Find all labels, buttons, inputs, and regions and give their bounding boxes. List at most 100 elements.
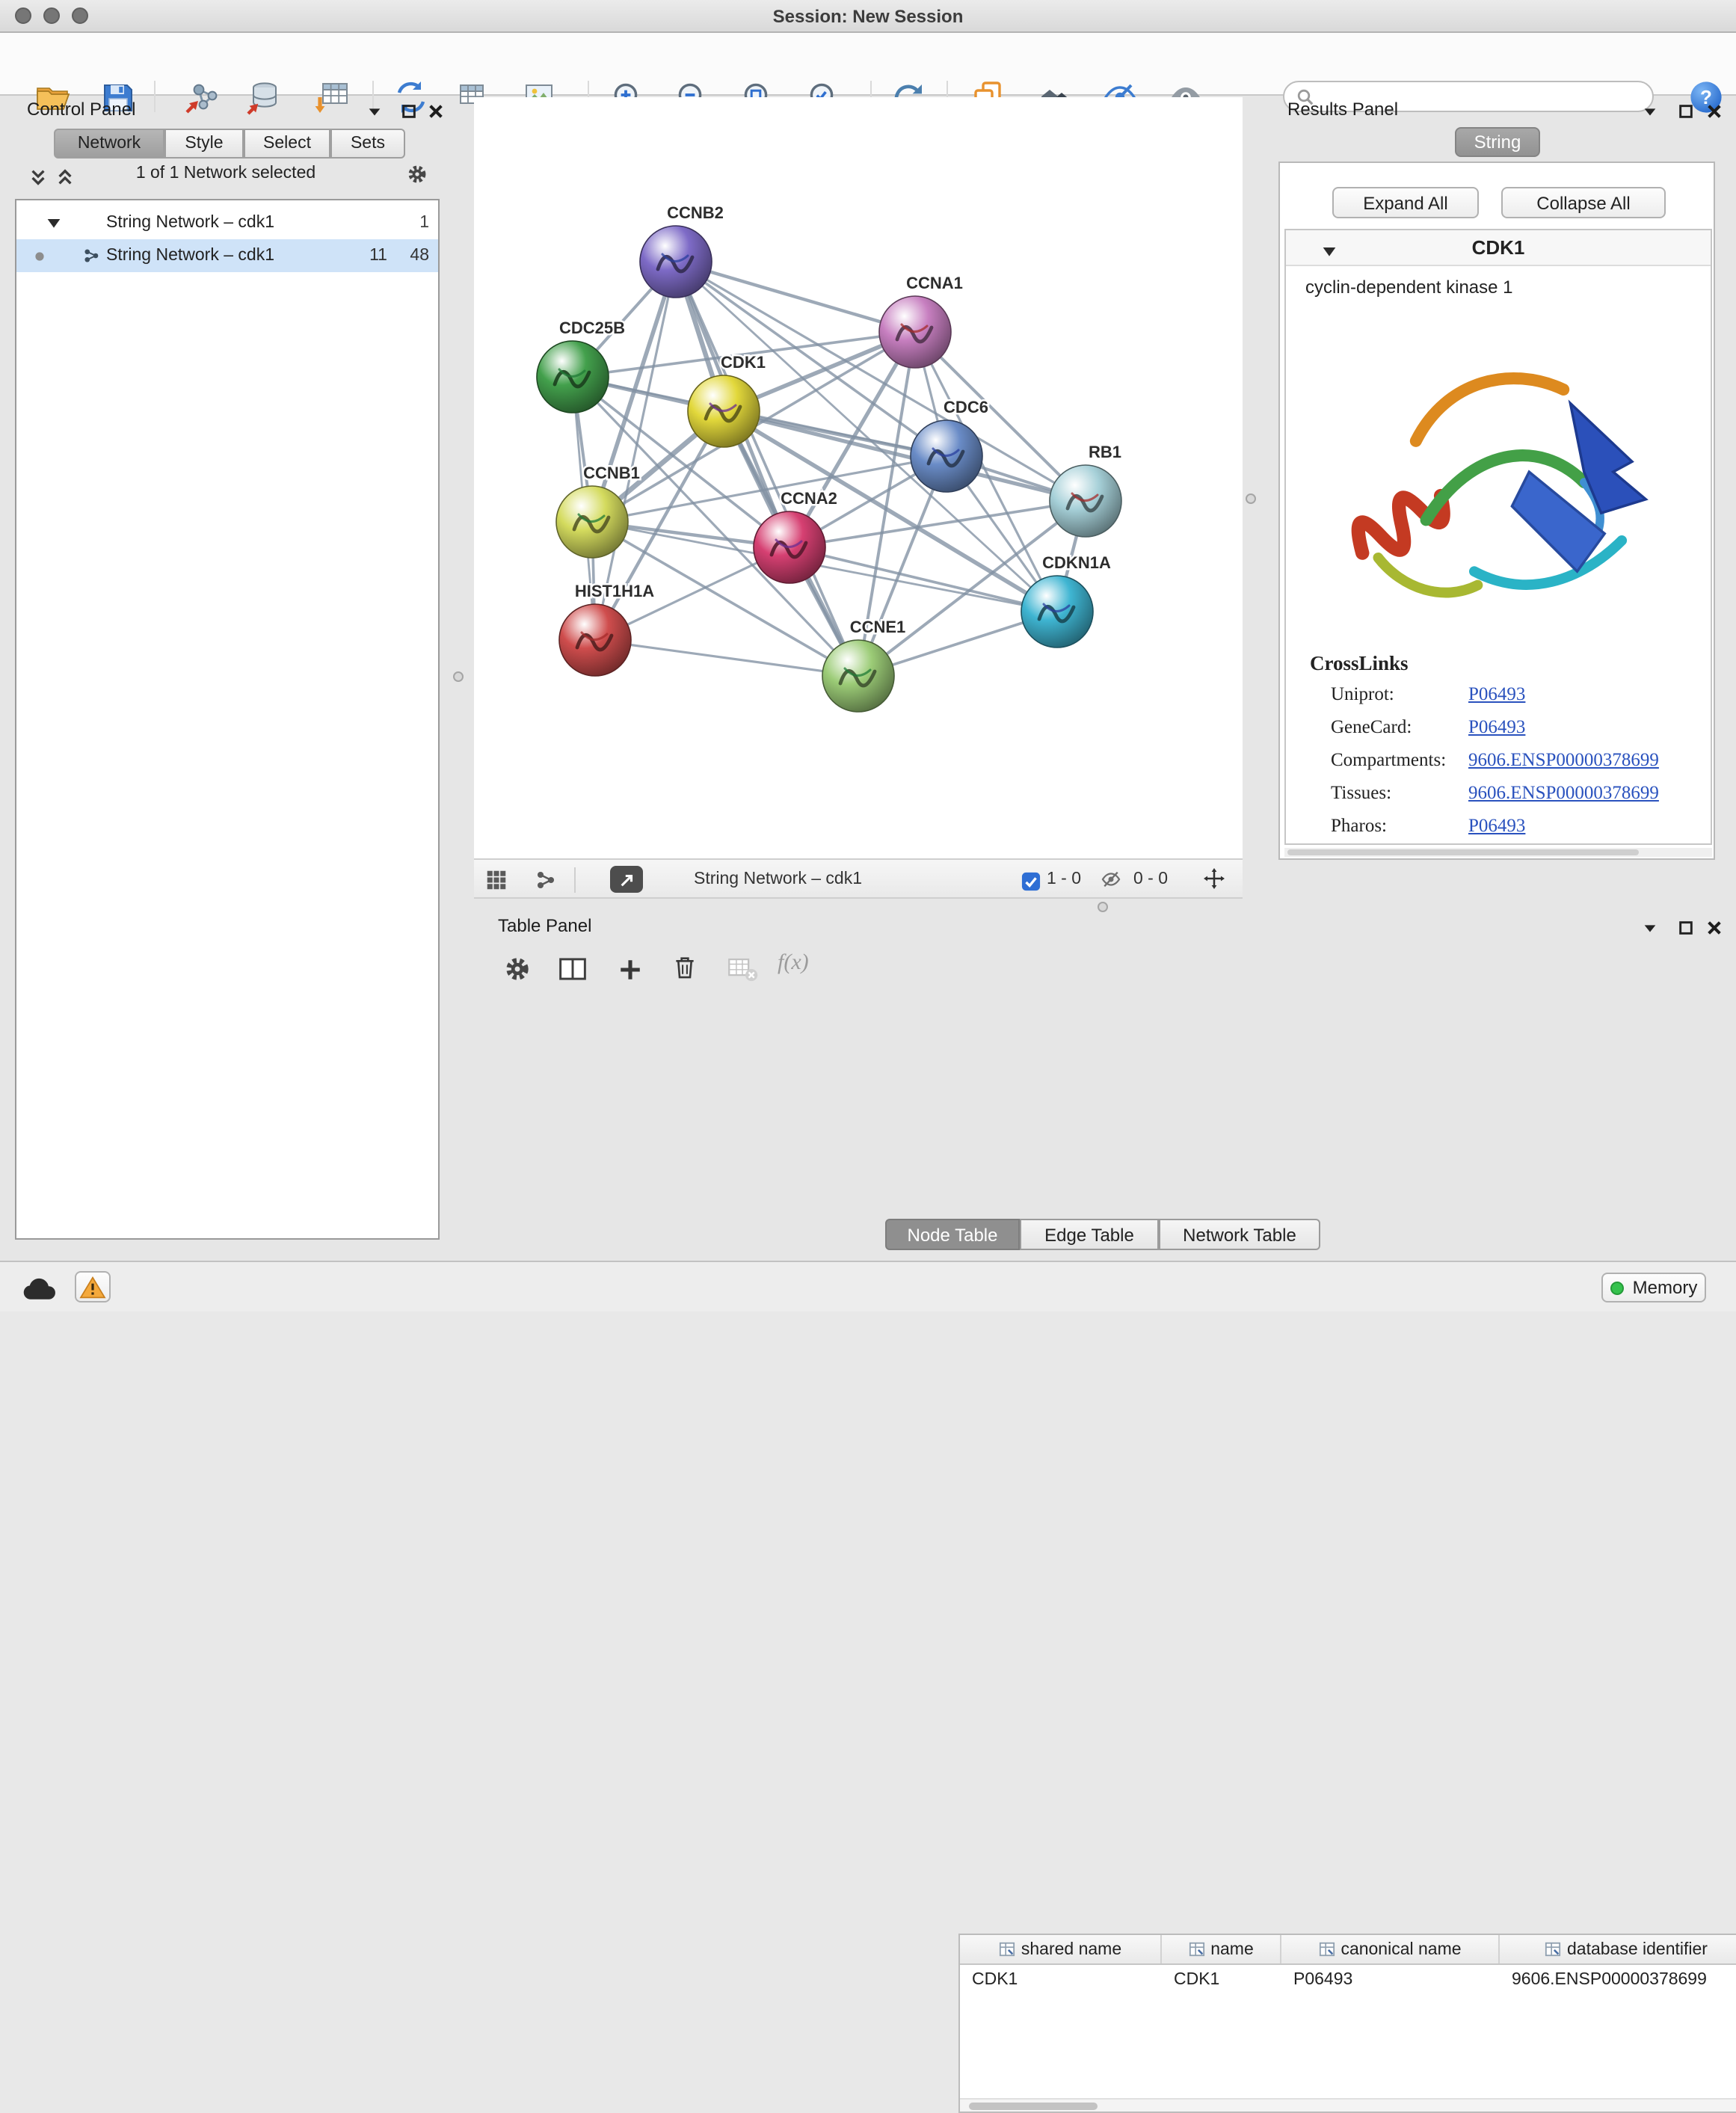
gear-icon [407, 162, 428, 185]
column-header-label: shared name [1021, 1940, 1121, 1958]
delete-table-icon [726, 956, 757, 982]
memory-button[interactable]: Memory [1601, 1273, 1706, 1302]
node-label: RB1 [1089, 443, 1121, 461]
tab-style[interactable]: Style [164, 129, 244, 159]
fit-selection-button[interactable] [1204, 867, 1225, 888]
protein-description: cyclin-dependent kinase 1 [1305, 277, 1513, 298]
section-collapse-icon[interactable] [1319, 241, 1340, 262]
warning-icon [79, 1275, 106, 1299]
collapse-icon [366, 102, 382, 119]
network-edge [676, 262, 915, 332]
crosslink-compartments-link[interactable]: 9606.ENSP00000378699 [1468, 749, 1659, 772]
table-panel-float-button[interactable] [1675, 917, 1696, 938]
table-hscrollbar[interactable] [960, 2098, 1736, 2112]
tab-network[interactable]: Network [54, 129, 164, 159]
control-panel: Control Panel Network Style Select Sets … [9, 96, 443, 1261]
results-panel-float-button[interactable] [1675, 100, 1696, 121]
table-cell[interactable]: CDK1 [960, 1965, 1162, 1993]
column-header[interactable]: database identifier [1500, 1935, 1736, 1963]
network-node[interactable]: HIST1H1A [559, 582, 654, 676]
annotation-mode-button[interactable] [535, 869, 556, 890]
column-header-label: canonical name [1341, 1940, 1461, 1958]
table-cell[interactable]: 9606.ENSP00000378699 [1500, 1965, 1736, 1993]
selected-counter: 1 - 0 [1047, 860, 1081, 900]
show-columns-button[interactable] [558, 956, 588, 982]
close-icon [427, 102, 443, 119]
crosslink-label: Uniprot: [1331, 683, 1394, 706]
tab-node-table[interactable]: Node Table [885, 1219, 1020, 1250]
crosslink-genecard-link[interactable]: P06493 [1468, 716, 1525, 739]
control-panel-close-button[interactable] [425, 100, 446, 121]
delete-column-button[interactable] [671, 953, 698, 982]
column-header[interactable]: canonical name [1281, 1935, 1500, 1963]
warnings-button[interactable] [75, 1271, 111, 1302]
trash-icon [673, 954, 697, 981]
tab-select[interactable]: Select [244, 129, 330, 159]
network-node[interactable]: CDC25B [537, 319, 625, 413]
network-graph-svg[interactable]: CCNB2CCNA1CDC25BCDK1CDC6RB1CCNB1CCNA2CDK… [474, 97, 1243, 858]
horizontal-splitter-handle[interactable] [1098, 902, 1108, 912]
status-bar: Memory [0, 1261, 1736, 1311]
network-selection-summary: 1 of 1 Network selected [9, 164, 443, 182]
tree-expand-icon[interactable] [46, 215, 61, 230]
results-hscrollbar-thumb[interactable] [1287, 849, 1638, 855]
tab-string[interactable]: String [1455, 127, 1540, 157]
left-splitter-handle[interactable] [453, 671, 464, 682]
tab-network-table[interactable]: Network Table [1159, 1219, 1320, 1250]
table-row[interactable]: CDK1 CDK1 P06493 9606.ENSP00000378699 cy… [960, 1965, 1736, 1993]
table-panel-close-button[interactable] [1703, 917, 1724, 938]
cloud-icon [21, 1275, 57, 1300]
crosslink-tissues-link[interactable]: 9606.ENSP00000378699 [1468, 782, 1659, 805]
network-row-selected[interactable]: String Network – cdk1 11 48 [16, 239, 438, 272]
column-header[interactable]: name [1162, 1935, 1281, 1963]
collapse-icon [1641, 102, 1657, 119]
table-cell[interactable]: P06493 [1281, 1965, 1500, 1993]
birds-eye-view-button[interactable] [486, 869, 507, 890]
cloud-status-button[interactable] [21, 1274, 57, 1301]
title-bar: Session: New Session [0, 0, 1736, 33]
table-cell[interactable]: CDK1 [1162, 1965, 1281, 1993]
results-panel-close-button[interactable] [1703, 100, 1724, 121]
network-label: String Network – cdk1 [106, 239, 274, 272]
expand-all-button[interactable]: Expand All [1332, 187, 1479, 218]
control-panel-float-button[interactable] [398, 100, 419, 121]
collapse-all-button[interactable]: Collapse All [1501, 187, 1666, 218]
network-collection-row[interactable]: String Network – cdk1 1 [16, 206, 438, 239]
eye-slash-icon [1101, 867, 1121, 891]
network-edge [676, 262, 858, 676]
table-panel-collapse-button[interactable] [1639, 917, 1660, 938]
network-node[interactable]: CCNA1 [879, 274, 963, 368]
results-hscrollbar[interactable] [1284, 848, 1712, 857]
selected-checkbox[interactable] [1020, 870, 1041, 891]
network-options-gear-button[interactable] [407, 163, 428, 184]
delete-table-button-disabled [725, 956, 758, 982]
table-hscrollbar-thumb[interactable] [969, 2102, 1098, 2109]
crosslink-label: Pharos: [1331, 815, 1387, 837]
create-column-button[interactable] [615, 954, 644, 984]
node-label: CCNB2 [667, 203, 724, 222]
node-table: shared name name canonical name database… [958, 1934, 1736, 2113]
network-node[interactable]: CDC6 [911, 398, 988, 492]
open-network-button[interactable] [610, 866, 643, 893]
crosslink-uniprot-link[interactable]: P06493 [1468, 683, 1525, 706]
tab-sets[interactable]: Sets [330, 129, 405, 159]
strip-separator [574, 867, 576, 893]
crosslink-pharos-link[interactable]: P06493 [1468, 815, 1525, 837]
gear-icon [504, 956, 531, 982]
right-splitter-handle[interactable] [1246, 493, 1256, 504]
column-header[interactable]: shared name [960, 1935, 1162, 1963]
network-view-canvas[interactable]: CCNB2CCNA1CDC25BCDK1CDC6RB1CCNB1CCNA2CDK… [474, 97, 1243, 858]
results-panel-collapse-button[interactable] [1639, 100, 1660, 121]
network-view-toolbar: String Network – cdk1 1 - 0 0 - 0 [474, 858, 1243, 899]
collection-label: String Network – cdk1 [106, 206, 274, 239]
control-panel-collapse-button[interactable] [363, 100, 384, 121]
external-arrow-icon [618, 871, 635, 888]
network-node[interactable]: RB1 [1050, 443, 1121, 537]
table-options-gear-button[interactable] [502, 954, 532, 984]
protein-section-header[interactable]: CDK1 [1286, 230, 1711, 266]
column-type-icon [999, 1941, 1015, 1957]
node-label: CDKN1A [1042, 553, 1111, 572]
network-node[interactable]: CDK1 [688, 353, 766, 447]
tab-edge-table[interactable]: Edge Table [1020, 1219, 1159, 1250]
protein-section: CDK1 cyclin-dependent kinase 1 CrossLink… [1284, 229, 1712, 845]
